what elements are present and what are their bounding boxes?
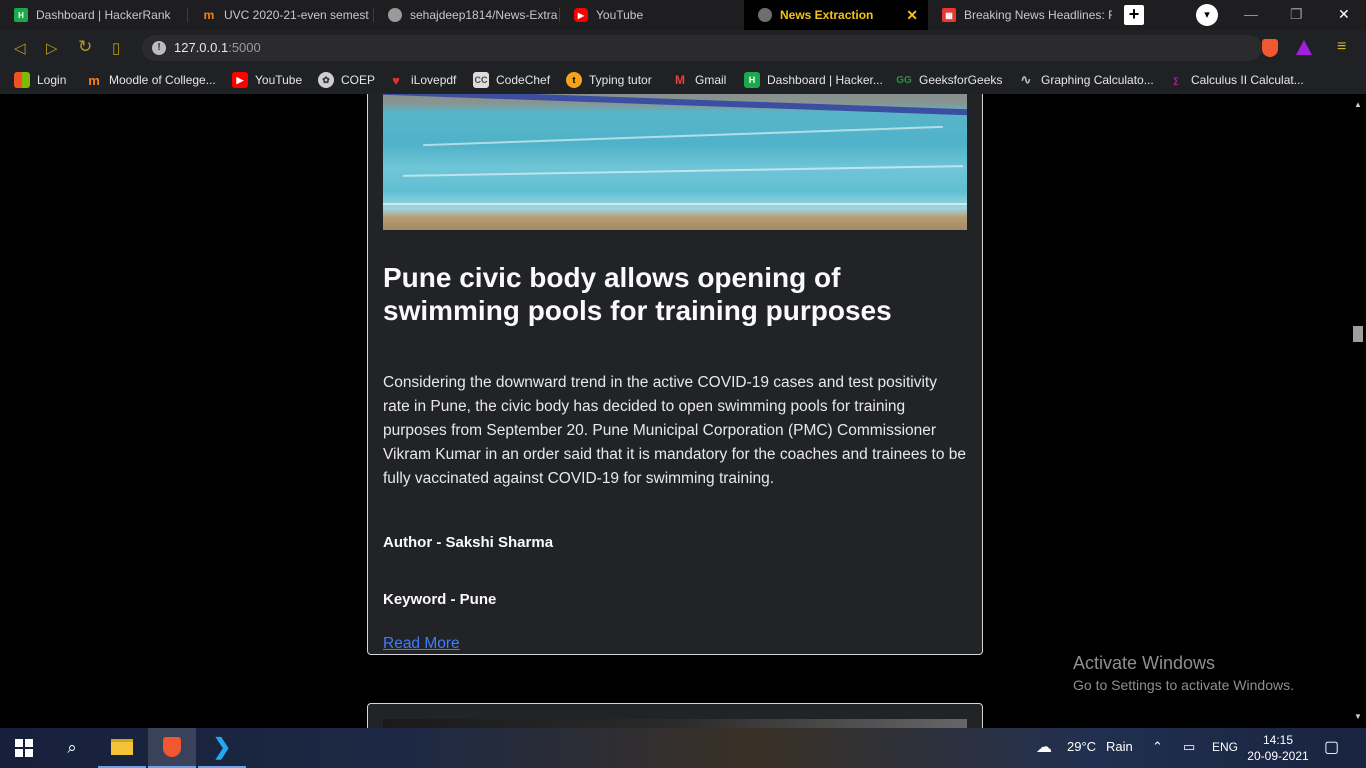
weather-icon[interactable]: ☁ bbox=[1036, 737, 1052, 757]
tab-title: Dashboard | HackerRank bbox=[36, 8, 171, 22]
bookmark-geeksforgeeks[interactable]: GG GeeksforGeeks bbox=[896, 72, 1002, 88]
hackerrank-icon: H bbox=[14, 8, 28, 22]
bookmark-login[interactable]: Login bbox=[14, 72, 66, 88]
page-content: Pune civic body allows opening of swimmi… bbox=[0, 94, 1350, 728]
file-explorer-icon[interactable] bbox=[98, 728, 146, 768]
show-hidden-icons-icon[interactable]: ⌃ bbox=[1152, 739, 1163, 755]
scroll-thumb[interactable] bbox=[1353, 326, 1363, 342]
ilovepdf-icon: ♥ bbox=[392, 72, 400, 88]
tab-title: Breaking News Headlines: R bbox=[964, 8, 1112, 22]
globe-icon bbox=[758, 8, 772, 22]
article-author: Author - Sakshi Sharma bbox=[383, 534, 554, 551]
tab-github[interactable]: sehajdeep1814/News-Extra bbox=[374, 0, 560, 30]
microsoft-icon bbox=[14, 72, 30, 88]
url-text: 127.0.0.1:5000 bbox=[174, 40, 261, 55]
tab-youtube[interactable]: ▶ YouTube bbox=[560, 0, 744, 30]
bookmark-moodle[interactable]: m Moodle of College... bbox=[86, 72, 216, 88]
article-image bbox=[383, 719, 967, 728]
notifications-icon[interactable]: ▢ bbox=[1324, 737, 1339, 757]
bookmark-desmos[interactable]: ∿ Graphing Calculato... bbox=[1018, 72, 1154, 88]
bookmark-icon[interactable]: ▯ bbox=[112, 39, 120, 57]
brave-browser-icon[interactable] bbox=[148, 728, 196, 768]
language-indicator[interactable]: ENG bbox=[1212, 740, 1238, 754]
tab-moodle[interactable]: m UVC 2020-21-even semest bbox=[188, 0, 374, 30]
article-image bbox=[383, 94, 967, 230]
gmail-icon: M bbox=[675, 73, 685, 87]
windows-icon bbox=[15, 739, 33, 757]
tab-title: UVC 2020-21-even semest bbox=[224, 8, 369, 22]
news-card bbox=[367, 703, 983, 728]
codechef-icon: CC bbox=[473, 72, 489, 88]
close-tab-icon[interactable]: ✕ bbox=[906, 7, 918, 24]
article-keyword: Keyword - Pune bbox=[383, 591, 497, 608]
scroll-up-icon[interactable]: ▲ bbox=[1354, 100, 1362, 109]
search-icon[interactable]: ⌕ bbox=[48, 728, 96, 768]
bookmark-youtube[interactable]: ▶ YouTube bbox=[232, 72, 302, 88]
tab-strip: H Dashboard | HackerRank m UVC 2020-21-e… bbox=[0, 0, 1366, 30]
tab-title: sehajdeep1814/News-Extra bbox=[410, 8, 558, 22]
weather-description[interactable]: Rain bbox=[1106, 739, 1133, 754]
geeksforgeeks-icon: GG bbox=[896, 74, 912, 86]
youtube-icon: ▶ bbox=[574, 8, 588, 22]
news-icon: ▦ bbox=[942, 8, 956, 22]
typing-tutor-icon: t bbox=[566, 72, 582, 88]
close-window-icon[interactable]: ✕ bbox=[1338, 6, 1350, 23]
tab-news-extraction[interactable]: News Extraction ✕ bbox=[744, 0, 928, 30]
clock[interactable]: 14:15 20-09-2021 bbox=[1246, 732, 1310, 764]
tab-breaking-news[interactable]: ▦ Breaking News Headlines: R bbox=[928, 0, 1112, 30]
maximize-icon[interactable]: ❐ bbox=[1290, 6, 1303, 23]
bookmark-hackerrank[interactable]: H Dashboard | Hacker... bbox=[744, 72, 883, 88]
reload-icon[interactable]: ↻ bbox=[78, 37, 92, 57]
minimize-icon[interactable]: — bbox=[1244, 6, 1258, 22]
brave-rewards-icon[interactable] bbox=[1296, 40, 1312, 55]
bookmark-coep[interactable]: ✿ COEP bbox=[318, 72, 375, 88]
brave-shields-icon[interactable] bbox=[1262, 39, 1278, 57]
new-tab-button[interactable]: + bbox=[1124, 5, 1144, 25]
battery-icon[interactable]: ▭ bbox=[1183, 739, 1195, 755]
bookmarks-bar: Login m Moodle of College... ▶ YouTube ✿… bbox=[0, 66, 1366, 94]
address-bar[interactable]: ! 127.0.0.1:5000 bbox=[142, 35, 1262, 61]
hackerrank-icon: H bbox=[744, 72, 760, 88]
article-title: Pune civic body allows opening of swimmi… bbox=[383, 262, 892, 326]
weather-temperature[interactable]: 29°C bbox=[1067, 739, 1096, 754]
browser-toolbar: ◁ ▷ ↻ ▯ ! 127.0.0.1:5000 bbox=[0, 30, 1366, 66]
back-icon[interactable]: ◁ bbox=[14, 39, 26, 57]
read-more-link[interactable]: Read More bbox=[383, 635, 460, 653]
tab-title: YouTube bbox=[596, 8, 644, 22]
github-icon bbox=[388, 8, 402, 22]
symbolab-icon: ∑ bbox=[1173, 75, 1179, 85]
news-card: Pune civic body allows opening of swimmi… bbox=[367, 94, 983, 655]
coep-icon: ✿ bbox=[318, 72, 334, 88]
bookmark-symbolab[interactable]: ∑ Calculus II Calculat... bbox=[1168, 72, 1304, 88]
vscode-icon[interactable]: ❯ bbox=[198, 728, 246, 768]
scroll-down-icon[interactable]: ▼ bbox=[1354, 712, 1362, 721]
tab-title: News Extraction bbox=[780, 8, 874, 22]
bookmark-typing-tutor[interactable]: t Typing tutor bbox=[566, 72, 652, 88]
desmos-icon: ∿ bbox=[1020, 72, 1032, 87]
start-button[interactable] bbox=[0, 728, 48, 768]
bookmark-codechef[interactable]: CC CodeChef bbox=[473, 72, 550, 88]
site-info-icon[interactable]: ! bbox=[152, 41, 166, 55]
moodle-icon: m bbox=[88, 72, 100, 88]
menu-icon[interactable]: ≡ bbox=[1337, 38, 1346, 56]
bookmark-ilovepdf[interactable]: ♥ iLovepdf bbox=[388, 72, 456, 88]
bookmark-gmail[interactable]: M Gmail bbox=[672, 72, 726, 88]
moodle-icon: m bbox=[203, 8, 215, 22]
forward-icon[interactable]: ▷ bbox=[46, 39, 58, 57]
taskbar: ⌕ ❯ ☁ 29°C Rain ⌃ ▭ ENG 14:15 20-09-2021… bbox=[0, 728, 1366, 768]
youtube-icon: ▶ bbox=[232, 72, 248, 88]
article-description: Considering the downward trend in the ac… bbox=[383, 374, 966, 487]
page-scrollbar[interactable]: ▲ ▼ bbox=[1350, 94, 1366, 728]
activate-windows-watermark: Activate Windows Go to Settings to activ… bbox=[1073, 653, 1294, 693]
profile-menu-icon[interactable]: ▾ bbox=[1196, 4, 1218, 26]
tab-hackerrank[interactable]: H Dashboard | HackerRank bbox=[0, 0, 188, 30]
